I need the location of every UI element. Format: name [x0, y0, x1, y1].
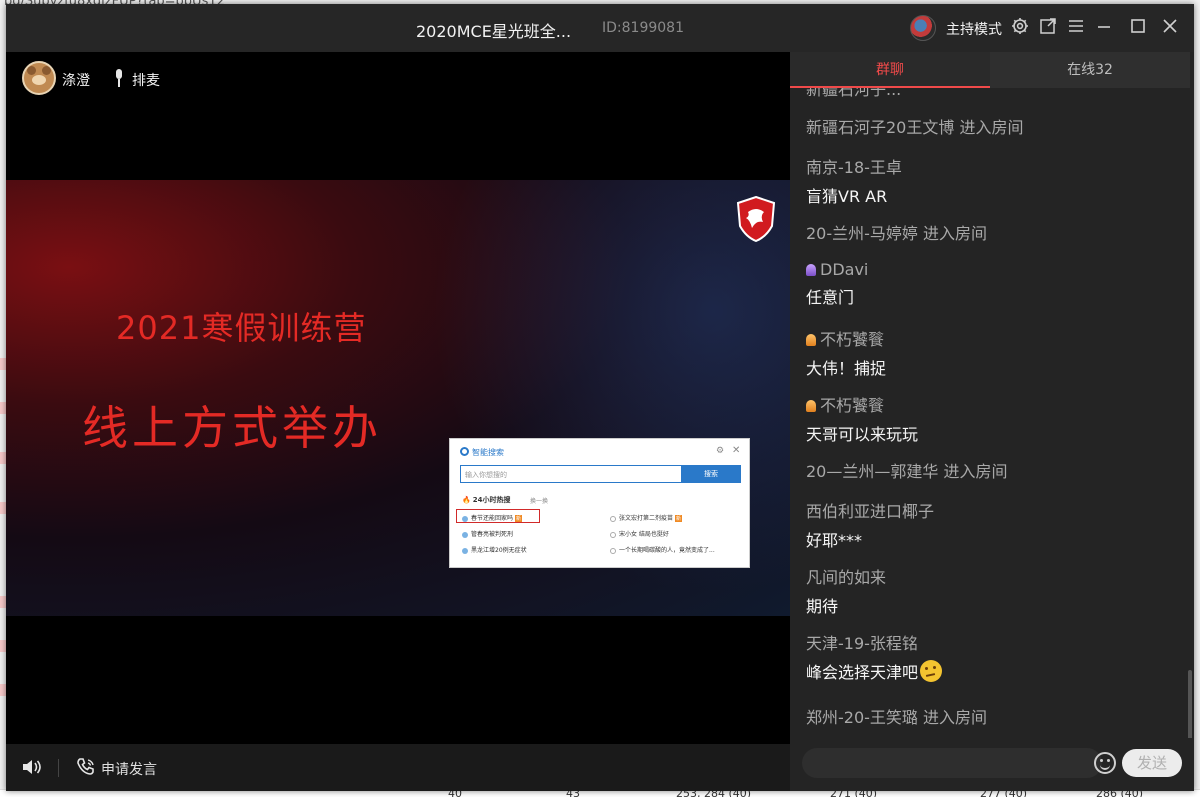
popout-icon[interactable] [1037, 17, 1059, 39]
gear-icon: ⚙ [716, 446, 725, 456]
member-badge-icon [806, 264, 816, 276]
chat-message: 新疆石河子20王文博 进入房间 [806, 114, 1176, 138]
chat-message-text: 期待 [806, 597, 839, 616]
tab-group-chat[interactable]: 群聊 [790, 52, 990, 88]
chat-scrollbar[interactable] [1188, 670, 1192, 738]
hot-item: 管春亮被判死刑 [462, 529, 513, 538]
hot-search-label: 24小时热搜 [462, 495, 511, 505]
chat-sender-name[interactable]: 天津-19-张程铭 [806, 630, 1176, 654]
shared-slide: 2021寒假训练营 线上方式举办 智能搜索 ⚙ ✕ 输入你想搜的 搜索 24小时… [6, 180, 790, 616]
chat-input[interactable] [802, 748, 1102, 778]
phone-icon[interactable] [76, 757, 96, 777]
chat-partial-line: 新疆石河子... [806, 88, 902, 99]
close-icon: ✕ [732, 445, 741, 456]
slide-subheadline: 线上方式举办 [82, 401, 382, 455]
search-input: 输入你想搜的 [460, 465, 682, 483]
minimize-icon[interactable] [1093, 17, 1115, 39]
chat-sender-name[interactable]: 不朽饕餮 [806, 392, 1176, 416]
chat-system-notice: 郑州-20-王笑璐 进入房间 [806, 708, 987, 727]
send-button[interactable]: 发送 [1122, 749, 1182, 777]
tab-online-users[interactable]: 在线32 [990, 52, 1190, 88]
settings-icon[interactable] [1009, 17, 1031, 39]
window-title: 2020MCE星光班全... [416, 22, 572, 41]
thinking-emoji-icon [920, 660, 943, 682]
close-icon[interactable] [1159, 17, 1181, 39]
chat-message: DDavi 任意门 [806, 260, 1176, 308]
live-room-window: 2020MCE星光班全... ID:8199081 主持模式 涤澄 排麦 202… [6, 4, 1194, 791]
search-logo-icon [460, 447, 469, 456]
chat-input-row: 发送 [790, 738, 1194, 791]
chat-message-text: 峰会选择天津吧 [806, 659, 1176, 683]
member-badge-icon [806, 334, 816, 346]
chat-message: 20-兰州-马婷婷 进入房间 [806, 220, 1176, 244]
mic-icon [116, 69, 122, 87]
apply-speak-button[interactable]: 申请发言 [101, 759, 157, 779]
queue-mic-button[interactable]: 排麦 [132, 70, 160, 90]
chat-message: 新疆石河子... [806, 88, 1176, 100]
member-badge-icon [806, 400, 816, 412]
emoji-picker-icon[interactable] [1094, 752, 1116, 774]
search-popup: 智能搜索 ⚙ ✕ 输入你想搜的 搜索 24小时热搜 换一换 春节还能回家吗新 管… [449, 438, 750, 568]
host-avatar[interactable] [910, 15, 936, 41]
highlight-box [456, 509, 540, 523]
chat-message: 郑州-20-王笑璐 进入房间 [806, 704, 1176, 728]
chat-message-text: 盲猜VR AR [806, 187, 888, 206]
chat-message: 南京-18-王卓 盲猜VR AR [806, 154, 1176, 207]
hot-item: 宋小女 结局也挺好 [610, 529, 669, 538]
search-button: 搜索 [681, 465, 741, 483]
presenter-avatar[interactable] [22, 61, 56, 95]
chat-message: 天津-19-张程铭 峰会选择天津吧 [806, 630, 1176, 683]
chat-sender-name[interactable]: 凡间的如来 [806, 564, 1176, 588]
refresh-label: 换一换 [530, 498, 549, 505]
chat-message: 20—兰州—郭建华 进入房间 [806, 458, 1176, 482]
chat-message-text: 任意门 [806, 288, 855, 307]
slide-headline: 2021寒假训练营 [116, 309, 367, 347]
maximize-icon[interactable] [1127, 17, 1149, 39]
chat-panel: 群聊 在线32 新疆石河子... 新疆石河子20王文博 进入房间 南京-18-王… [790, 52, 1194, 791]
chat-sender-name[interactable]: 南京-18-王卓 [806, 154, 1176, 178]
hot-item: 一个长期喝碳酸的人，竟然变成了... [610, 545, 715, 554]
chat-message: 不朽饕餮 大伟！捕捉 [806, 326, 1176, 379]
chat-message: 西伯利亚进口椰子 好耶*** [806, 498, 1176, 551]
video-controls: 申请发言 [6, 744, 790, 791]
chat-tabs: 群聊 在线32 [790, 52, 1194, 88]
chat-message-text: 天哥可以来玩玩 [806, 425, 919, 444]
presenter-name: 涤澄 [62, 73, 90, 89]
chat-message: 不朽饕餮 天哥可以来玩玩 [806, 392, 1176, 445]
chat-system-notice: 20-兰州-马婷婷 进入房间 [806, 224, 987, 243]
hot-item: 黑龙江增20例无症状 [462, 545, 527, 554]
chat-sender-name[interactable]: DDavi [806, 260, 1176, 279]
chat-message-text: 好耶*** [806, 531, 863, 550]
menu-icon[interactable] [1065, 17, 1087, 39]
video-stage[interactable]: 涤澄 排麦 2021寒假训练营 线上方式举办 智能搜索 ⚙ ✕ 输入你想搜的 搜… [6, 52, 790, 744]
hot-item: 张文宏打第二剂疫苗新 [610, 513, 683, 522]
divider [58, 759, 59, 777]
chat-sender-name[interactable]: 不朽饕餮 [806, 326, 1176, 350]
title-bar[interactable]: 2020MCE星光班全... ID:8199081 主持模式 [6, 4, 1194, 52]
chat-system-notice: 20—兰州—郭建华 进入房间 [806, 462, 1008, 481]
room-id: ID:8199081 [602, 20, 684, 36]
chat-sender-name[interactable]: 西伯利亚进口椰子 [806, 498, 1176, 522]
chat-system-notice: 新疆石河子20王文博 进入房间 [806, 118, 1024, 137]
search-popup-title: 智能搜索 [472, 448, 504, 457]
chat-message-list[interactable]: 新疆石河子... 新疆石河子20王文博 进入房间 南京-18-王卓 盲猜VR A… [790, 88, 1194, 738]
host-mode-label[interactable]: 主持模式 [946, 19, 1002, 39]
volume-icon[interactable] [22, 758, 42, 776]
msi-dragon-logo [736, 196, 776, 242]
chat-message: 凡间的如来 期待 [806, 564, 1176, 617]
chat-message-text: 大伟！捕捉 [806, 359, 887, 378]
